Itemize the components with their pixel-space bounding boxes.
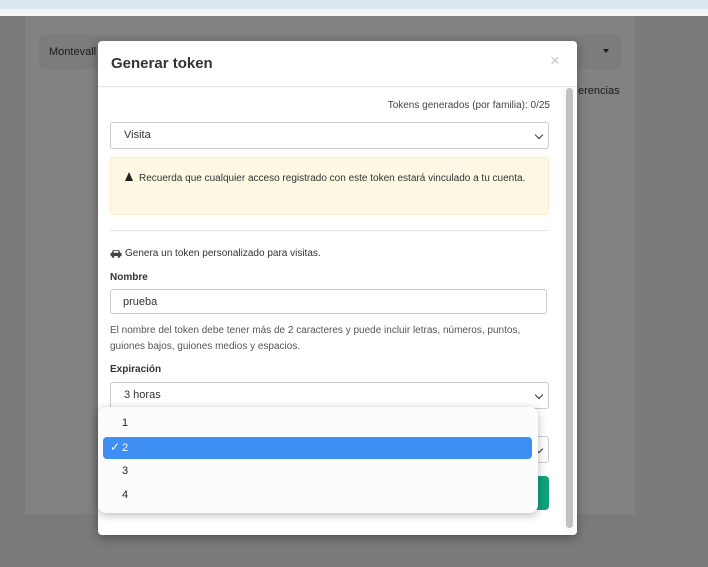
- scrollbar-thumb[interactable]: [566, 88, 573, 528]
- check-icon: ✓: [110, 440, 121, 454]
- uses-dropdown-menu: 1 ✓ 2 3 4: [98, 407, 538, 513]
- generate-description: Genera un token personalizado para visit…: [125, 248, 321, 259]
- expiration-value: 3 horas: [124, 389, 161, 401]
- name-input-value: prueba: [123, 296, 158, 308]
- alert-text: Recuerda que cualquier acceso registrado…: [139, 173, 526, 184]
- car-icon: [110, 250, 122, 258]
- close-icon[interactable]: ×: [550, 51, 560, 71]
- dropdown-option-2-label: 2: [122, 442, 129, 454]
- top-bar-shadow: [0, 9, 708, 16]
- modal-title: Generar token: [111, 55, 213, 72]
- dropdown-option-2-selected[interactable]: ✓ 2: [103, 437, 532, 459]
- tokens-count: Tokens generados (por familia): 0/25: [387, 100, 550, 111]
- chevron-down-icon: [534, 130, 544, 140]
- dropdown-option-1[interactable]: 1: [122, 417, 128, 429]
- token-type-select[interactable]: Visita: [110, 122, 549, 149]
- top-bar: [0, 0, 708, 9]
- warning-alert: Recuerda que cualquier acceso registrado…: [110, 157, 549, 215]
- name-input[interactable]: prueba: [110, 289, 547, 314]
- expiration-label: Expiración: [110, 364, 162, 375]
- token-type-value: Visita: [124, 129, 151, 141]
- divider: [110, 230, 549, 231]
- dropdown-option-4[interactable]: 4: [122, 489, 128, 501]
- name-label: Nombre: [110, 272, 148, 283]
- background-preferences-text: erencias: [578, 85, 620, 97]
- name-help-text: El nombre del token debe tener más de 2 …: [110, 325, 521, 352]
- modal-header: Generar token ×: [98, 41, 577, 87]
- expiration-select[interactable]: 3 horas: [110, 382, 549, 409]
- chevron-down-icon: [534, 390, 544, 400]
- background-select-text: Montevall: [49, 46, 97, 58]
- dropdown-option-3[interactable]: 3: [122, 465, 128, 477]
- background-caret-icon: [603, 49, 609, 53]
